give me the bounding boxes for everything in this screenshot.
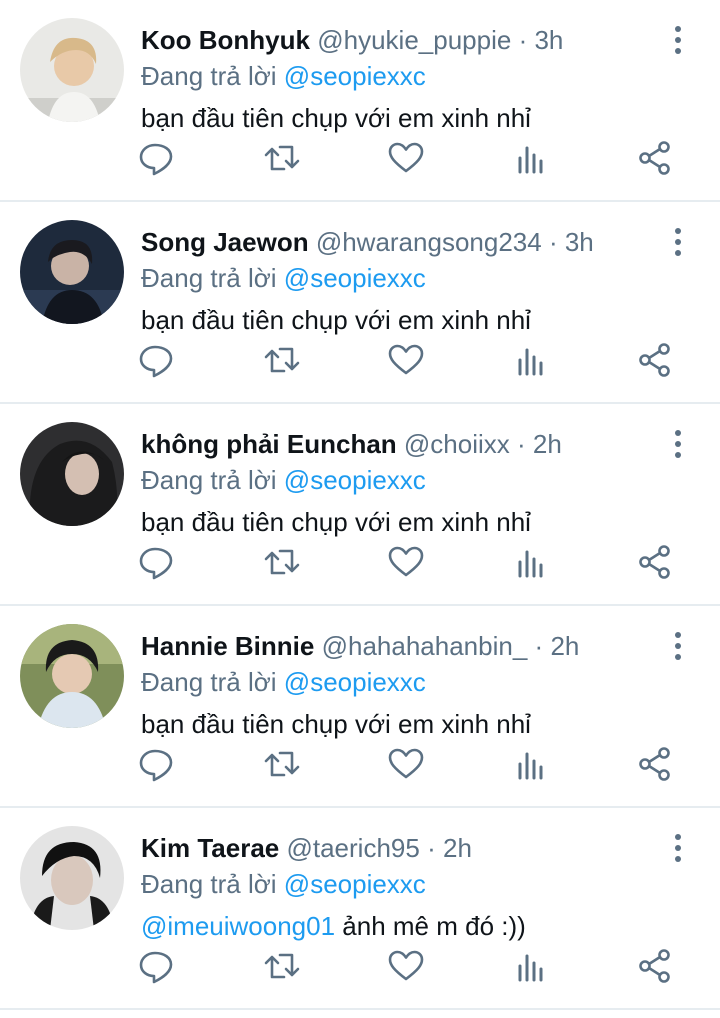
tweet-body: bạn đầu tiên chụp với em xinh nhỉ: [141, 504, 531, 540]
user-handle[interactable]: @hwarangsong234: [316, 227, 542, 257]
replying-label: Đang trả lời: [141, 61, 277, 91]
reply-feed: Koo Bonhyuk @hyukie_puppie · 3h Đang trả…: [0, 0, 720, 1018]
display-name[interactable]: không phải Eunchan: [141, 429, 397, 459]
more-options-icon[interactable]: [666, 834, 690, 862]
display-name[interactable]: Kim Taerae: [141, 833, 286, 863]
avatar[interactable]: [20, 422, 124, 526]
replying-label: Đang trả lời: [141, 263, 277, 293]
retweet-icon[interactable]: [262, 946, 302, 986]
replying-mention[interactable]: @seopiexxc: [284, 869, 426, 899]
retweet-icon[interactable]: [262, 138, 302, 178]
action-bar: [0, 340, 720, 380]
tweet-text: ảnh mê m đó :)): [335, 911, 526, 941]
tweet-body: bạn đầu tiên chụp với em xinh nhỉ: [141, 100, 531, 136]
separator-dot: ·: [427, 833, 436, 863]
separator-dot: ·: [517, 429, 526, 459]
tweet-text: bạn đầu tiên chụp với em xinh nhỉ: [141, 305, 531, 335]
avatar[interactable]: [20, 18, 124, 122]
replying-label: Đang trả lời: [141, 667, 277, 697]
more-options-icon[interactable]: [666, 632, 690, 660]
action-bar: [0, 542, 720, 582]
replying-mention[interactable]: @seopiexxc: [284, 61, 426, 91]
separator-dot: ·: [548, 227, 558, 257]
replying-mention[interactable]: @seopiexxc: [284, 465, 426, 495]
heart-icon[interactable]: [386, 340, 426, 380]
tweet-header: Song Jaewon @hwarangsong234 · 3h: [141, 224, 650, 260]
tweet[interactable]: không phải Eunchan @choiixx · 2h Đang tr…: [0, 404, 720, 606]
user-handle[interactable]: @taerich95: [286, 833, 419, 863]
tweet-body: bạn đầu tiên chụp với em xinh nhỉ: [141, 706, 531, 742]
user-handle[interactable]: @hahahahanbin_: [322, 631, 528, 661]
tweet[interactable]: Song Jaewon @hwarangsong234 · 3h Đang tr…: [0, 202, 720, 404]
action-bar: [0, 946, 720, 986]
action-bar: [0, 138, 720, 178]
retweet-icon[interactable]: [262, 542, 302, 582]
tweet-text: bạn đầu tiên chụp với em xinh nhỉ: [141, 709, 531, 739]
replying-to: Đang trả lời @seopiexxc: [141, 260, 426, 296]
tweet-header: Hannie Binnie @hahahahanbin_ · 2h: [141, 628, 650, 664]
analytics-icon[interactable]: [510, 946, 550, 986]
tweet-body: @imeuiwoong01 ảnh mê m đó :)): [141, 908, 526, 944]
tweet-header: Koo Bonhyuk @hyukie_puppie · 3h: [141, 22, 650, 58]
display-name[interactable]: Koo Bonhyuk: [141, 25, 310, 55]
timestamp[interactable]: 2h: [550, 631, 579, 661]
heart-icon[interactable]: [386, 542, 426, 582]
display-name[interactable]: Song Jaewon: [141, 227, 309, 257]
analytics-icon[interactable]: [510, 744, 550, 784]
separator-dot: ·: [534, 631, 544, 661]
display-name[interactable]: Hannie Binnie: [141, 631, 314, 661]
heart-icon[interactable]: [386, 138, 426, 178]
tweet-text: bạn đầu tiên chụp với em xinh nhỉ: [141, 507, 531, 537]
tweet-header: Kim Taerae @taerich95 · 2h: [141, 830, 650, 866]
action-bar: [0, 744, 720, 784]
share-icon[interactable]: [635, 946, 675, 986]
timestamp[interactable]: 3h: [565, 227, 594, 257]
avatar[interactable]: [20, 624, 124, 728]
timestamp[interactable]: 2h: [533, 429, 562, 459]
analytics-icon[interactable]: [510, 138, 550, 178]
replying-to: Đang trả lời @seopiexxc: [141, 58, 426, 94]
replying-to: Đang trả lời @seopiexxc: [141, 462, 426, 498]
reply-icon[interactable]: [137, 138, 177, 178]
share-icon[interactable]: [635, 542, 675, 582]
reply-icon[interactable]: [137, 744, 177, 784]
tweet-body: bạn đầu tiên chụp với em xinh nhỉ: [141, 302, 531, 338]
replying-mention[interactable]: @seopiexxc: [284, 263, 426, 293]
avatar[interactable]: [20, 826, 124, 930]
more-options-icon[interactable]: [666, 26, 690, 54]
replying-label: Đang trả lời: [141, 869, 277, 899]
timestamp[interactable]: 3h: [534, 25, 563, 55]
user-handle[interactable]: @choiixx: [404, 429, 510, 459]
retweet-icon[interactable]: [262, 340, 302, 380]
heart-icon[interactable]: [386, 946, 426, 986]
replying-to: Đang trả lời @seopiexxc: [141, 866, 426, 902]
tweet[interactable]: Hannie Binnie @hahahahanbin_ · 2h Đang t…: [0, 606, 720, 808]
tweet[interactable]: Koo Bonhyuk @hyukie_puppie · 3h Đang trả…: [0, 0, 720, 202]
replying-mention[interactable]: @seopiexxc: [284, 667, 426, 697]
share-icon[interactable]: [635, 340, 675, 380]
reply-icon[interactable]: [137, 542, 177, 582]
share-icon[interactable]: [635, 138, 675, 178]
tweet-header: không phải Eunchan @choiixx · 2h: [141, 426, 650, 462]
retweet-icon[interactable]: [262, 744, 302, 784]
analytics-icon[interactable]: [510, 542, 550, 582]
user-handle[interactable]: @hyukie_puppie: [317, 25, 511, 55]
replying-label: Đang trả lời: [141, 465, 277, 495]
tweet-text: bạn đầu tiên chụp với em xinh nhỉ: [141, 103, 531, 133]
more-options-icon[interactable]: [666, 228, 690, 256]
timestamp[interactable]: 2h: [443, 833, 472, 863]
reply-icon[interactable]: [137, 340, 177, 380]
analytics-icon[interactable]: [510, 340, 550, 380]
replying-to: Đang trả lời @seopiexxc: [141, 664, 426, 700]
body-mention[interactable]: @imeuiwoong01: [141, 911, 335, 941]
tweet[interactable]: Kim Taerae @taerich95 · 2h Đang trả lời …: [0, 808, 720, 1010]
share-icon[interactable]: [635, 744, 675, 784]
separator-dot: ·: [518, 25, 528, 55]
avatar[interactable]: [20, 220, 124, 324]
more-options-icon[interactable]: [666, 430, 690, 458]
heart-icon[interactable]: [386, 744, 426, 784]
reply-icon[interactable]: [137, 946, 177, 986]
